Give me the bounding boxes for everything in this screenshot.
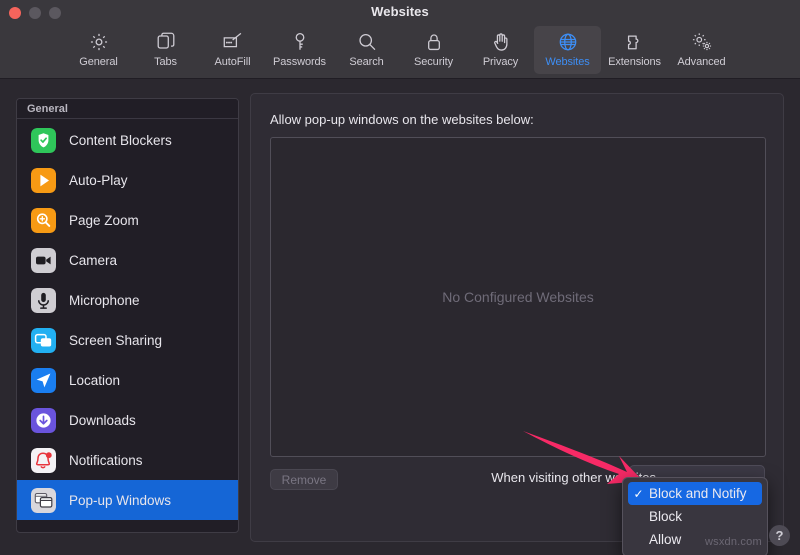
toolbar-tab-security[interactable]: Security — [400, 26, 467, 74]
toolbar-tab-label: Privacy — [482, 56, 519, 68]
toolbar-tab-autofill[interactable]: AutoFill — [199, 26, 266, 74]
sidebar-item-label: Auto-Play — [69, 172, 128, 188]
sidebar-item-label: Microphone — [69, 292, 140, 308]
microphone-icon — [31, 287, 56, 313]
help-button[interactable]: ? — [769, 525, 790, 546]
sidebar-item-pop-up-windows[interactable]: Pop-up Windows — [17, 480, 238, 520]
sidebar-item-content-blockers[interactable]: Content Blockers — [17, 120, 238, 160]
toolbar-tab-label: AutoFill — [214, 56, 251, 68]
toolbar-tab-label: General — [79, 56, 118, 68]
screen-share-icon — [31, 327, 56, 353]
sidebar-item-label: Notifications — [69, 452, 143, 468]
toolbar-tab-passwords[interactable]: Passwords — [266, 26, 333, 74]
toolbar-tab-label: Websites — [545, 56, 590, 68]
toolbar-tab-extensions[interactable]: Extensions — [601, 26, 668, 74]
preferences-toolbar: General Tabs AutoFill Passwords Search S… — [0, 26, 800, 79]
sidebar-item-location[interactable]: Location — [17, 360, 238, 400]
zoom-in-icon — [31, 207, 56, 233]
sidebar-item-notifications[interactable]: Notifications — [17, 440, 238, 480]
toolbar-tab-general[interactable]: General — [65, 26, 132, 74]
gear-icon — [84, 29, 114, 54]
toolbar-tab-label: Security — [414, 56, 453, 68]
pane-heading: Allow pop-up windows on the websites bel… — [270, 112, 534, 127]
configured-websites-list[interactable]: No Configured Websites — [270, 137, 766, 457]
sidebar-item-label: Screen Sharing — [69, 332, 163, 348]
menu-item-block-and-notify[interactable]: ✓ Block and Notify — [628, 482, 762, 505]
sidebar-list: Content Blockers Auto-Play Page Zoom Cam… — [17, 119, 238, 520]
sidebar-item-screen-sharing[interactable]: Screen Sharing — [17, 320, 238, 360]
play-icon — [31, 167, 56, 193]
menu-item-label: Block and Notify — [649, 486, 747, 501]
preferences-window: Websites General Tabs AutoFill Passwords… — [0, 0, 800, 555]
toolbar-tab-label: Search — [349, 56, 384, 68]
sidebar-section-header: General — [17, 99, 238, 119]
menu-item-label: Block — [649, 509, 683, 524]
watermark: wsxdn.com — [705, 536, 762, 548]
sidebar-item-auto-play[interactable]: Auto-Play — [17, 160, 238, 200]
bell-icon — [31, 447, 56, 473]
lock-icon — [419, 29, 449, 54]
sidebar-item-camera[interactable]: Camera — [17, 240, 238, 280]
checkmark-icon: ✓ — [633, 486, 644, 501]
toolbar-tab-websites[interactable]: Websites — [534, 26, 601, 74]
hand-icon — [486, 29, 516, 54]
toolbar-tab-label: Passwords — [273, 56, 326, 68]
toolbar-tab-privacy[interactable]: Privacy — [467, 26, 534, 74]
location-icon — [31, 367, 56, 393]
pop-up-windows-pane: Allow pop-up windows on the websites bel… — [250, 93, 784, 542]
sidebar-item-label: Pop-up Windows — [69, 492, 172, 508]
globe-icon — [553, 29, 583, 54]
toolbar-tab-search[interactable]: Search — [333, 26, 400, 74]
sidebar-item-label: Camera — [69, 252, 118, 268]
toolbar-tab-advanced[interactable]: Advanced — [668, 26, 735, 74]
sidebar-item-page-zoom[interactable]: Page Zoom — [17, 200, 238, 240]
tabs-icon — [151, 29, 181, 54]
sidebar-item-label: Location — [69, 372, 121, 388]
camera-icon — [31, 247, 56, 273]
menu-item-label: Allow — [649, 532, 682, 547]
puzzle-icon — [620, 29, 650, 54]
key-icon — [285, 29, 315, 54]
toolbar-tab-label: Tabs — [154, 56, 177, 68]
magnifier-icon — [352, 29, 382, 54]
toolbar-tab-label: Extensions — [608, 56, 661, 68]
window-title: Websites — [371, 4, 429, 19]
toolbar-tab-label: Advanced — [677, 56, 726, 68]
gears-icon — [687, 29, 717, 54]
sidebar-item-label: Page Zoom — [69, 212, 139, 228]
download-icon — [31, 407, 56, 433]
sidebar-item-downloads[interactable]: Downloads — [17, 400, 238, 440]
menu-item-block[interactable]: Block — [628, 505, 762, 528]
sidebar-item-label: Downloads — [69, 412, 136, 428]
popup-windows-icon — [31, 487, 56, 513]
shield-check-icon — [31, 127, 56, 153]
sidebar-item-microphone[interactable]: Microphone — [17, 280, 238, 320]
sidebar-item-label: Content Blockers — [69, 132, 172, 148]
empty-state-text: No Configured Websites — [442, 289, 594, 305]
toolbar-tab-tabs[interactable]: Tabs — [132, 26, 199, 74]
websites-sidebar: General Content Blockers Auto-Play Page … — [16, 98, 239, 533]
autofill-icon — [218, 29, 248, 54]
remove-button[interactable]: Remove — [270, 469, 338, 490]
title-bar: Websites — [0, 0, 800, 26]
